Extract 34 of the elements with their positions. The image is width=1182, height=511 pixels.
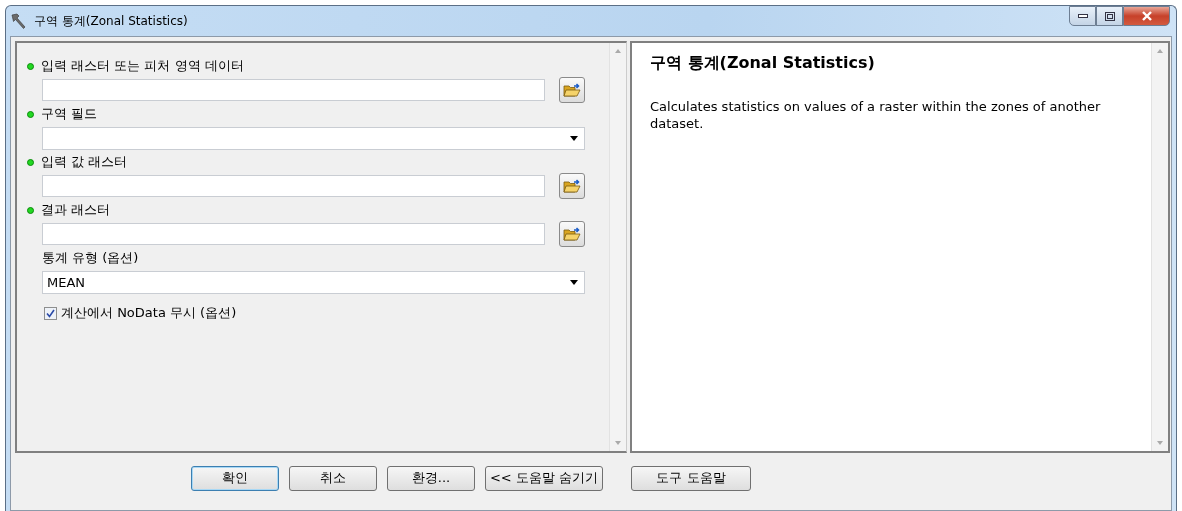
dialog-button[interactable]: 취소 — [289, 465, 377, 491]
caret-icon — [570, 279, 578, 285]
parameter-label: 입력 값 래스터 — [41, 153, 128, 171]
help-title: 구역 통계(Zonal Statistics) — [650, 53, 876, 74]
maximize-icon — [1104, 11, 1115, 21]
folder-icon — [563, 82, 581, 98]
parameter-label: 통계 유형 (옵션) — [42, 249, 139, 267]
caret-icon — [570, 135, 578, 141]
maximize-button[interactable] — [1096, 6, 1123, 26]
close-button[interactable] — [1123, 6, 1170, 26]
browse-button[interactable] — [559, 77, 585, 103]
minimize-button[interactable] — [1069, 6, 1096, 26]
close-icon — [1140, 11, 1153, 21]
input-field[interactable] — [42, 79, 545, 101]
minimize-icon — [1077, 14, 1088, 18]
input-field[interactable] — [42, 223, 545, 245]
parameter-label: 구역 필드 — [41, 105, 98, 123]
parameter-label: 결과 래스터 — [41, 201, 111, 219]
dropdown[interactable]: MEAN — [42, 270, 585, 294]
help-description: Calculates statistics on values of a raster within the zones of another dataset. — [650, 98, 1102, 132]
checkbox[interactable] — [44, 306, 57, 320]
parameter-label: 입력 래스터 또는 피처 영역 데이터 — [41, 57, 244, 75]
checkbox-label[interactable]: 계산에서 NoData 무시 (옵션) — [61, 304, 237, 322]
browse-button[interactable] — [559, 221, 585, 247]
folder-icon — [563, 178, 581, 194]
browse-button[interactable] — [559, 173, 585, 199]
input-field[interactable] — [42, 175, 545, 197]
dialog-button[interactable]: 도구 도움말 — [631, 465, 751, 491]
window-title: 구역 통계(Zonal Statistics) — [34, 12, 188, 30]
scrollbar[interactable] — [1151, 43, 1168, 451]
folder-icon — [563, 226, 581, 242]
dialog-button[interactable]: 환경... — [387, 465, 475, 491]
dialog-button[interactable]: << 도움말 숨기기 — [485, 465, 603, 491]
dialog-button[interactable]: 확인 — [191, 465, 279, 491]
